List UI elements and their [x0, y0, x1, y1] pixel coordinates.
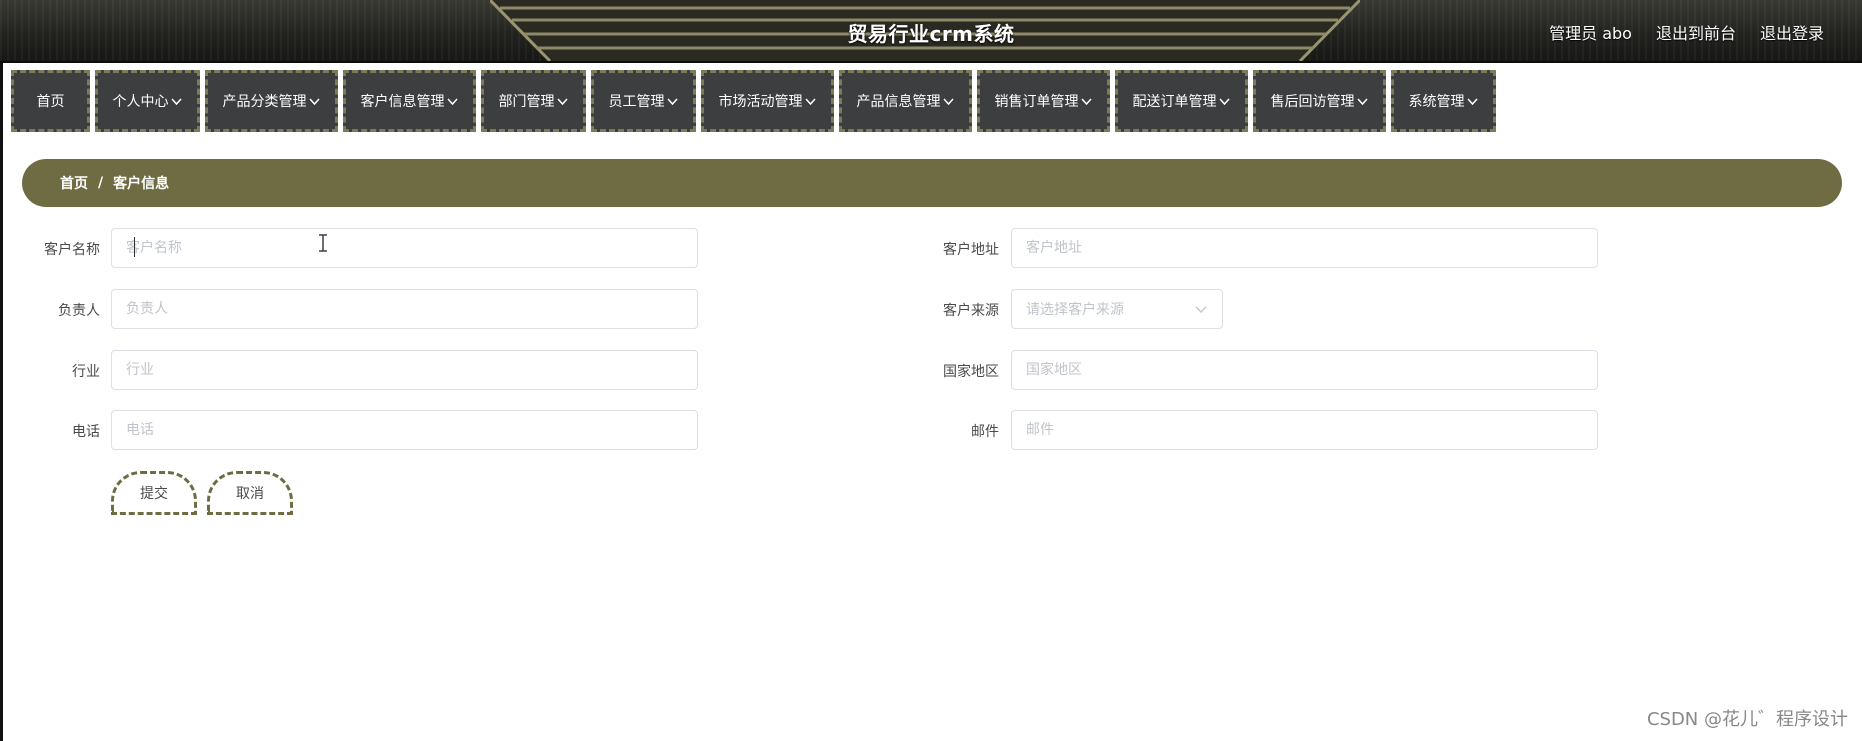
header-user-links: 管理员 abo 退出到前台 退出登录 [1549, 20, 1824, 44]
nav-item-home[interactable]: 首页 [11, 70, 90, 132]
nav-item-product-info[interactable]: 产品信息管理 [839, 70, 972, 132]
breadcrumb-current: 客户信息 [113, 176, 170, 192]
breadcrumb: 首页 / 客户信息 [22, 159, 1842, 207]
email-input[interactable] [1011, 410, 1598, 450]
nav-item-label: 部门管理 [498, 94, 555, 110]
region-label: 国家地区 [943, 364, 999, 380]
region-input[interactable] [1011, 350, 1598, 390]
admin-label: 管理员 abo [1549, 24, 1632, 43]
source-select[interactable]: 请选择客户来源 [1011, 289, 1223, 329]
nav-item-label: 产品分类管理 [222, 94, 307, 110]
industry-label: 行业 [72, 364, 100, 380]
submit-button[interactable]: 提交 [111, 471, 197, 515]
address-label: 客户地址 [943, 242, 999, 258]
nav-item-delivery-order[interactable]: 配送订单管理 [1115, 70, 1248, 132]
nav-item-department[interactable]: 部门管理 [481, 70, 586, 132]
logout-link[interactable]: 退出登录 [1760, 20, 1824, 44]
exit-to-front-link[interactable]: 退出到前台 [1656, 20, 1736, 44]
nav-item-label: 系统管理 [1408, 94, 1465, 110]
email-label: 邮件 [971, 424, 999, 440]
nav-item-employee[interactable]: 员工管理 [591, 70, 696, 132]
chevron-down-icon [1080, 97, 1092, 105]
owner-input[interactable] [111, 289, 698, 329]
cancel-button-label: 取消 [236, 486, 264, 502]
nav-item-label: 市场活动管理 [718, 94, 803, 110]
nav-item-label: 售后回访管理 [1270, 94, 1355, 110]
phone-input[interactable] [111, 410, 698, 450]
nav-item-label: 客户信息管理 [360, 94, 445, 110]
owner-label: 负责人 [58, 303, 100, 319]
nav-item-label: 个人中心 [112, 94, 169, 110]
nav-item-label: 产品信息管理 [856, 94, 941, 110]
breadcrumb-home[interactable]: 首页 [60, 173, 88, 193]
nav-item-product-category[interactable]: 产品分类管理 [205, 70, 338, 132]
source-label: 客户来源 [943, 303, 999, 319]
industry-input[interactable] [111, 350, 698, 390]
address-input[interactable] [1011, 228, 1598, 268]
breadcrumb-separator: / [98, 175, 104, 191]
nav-item-customer-info[interactable]: 客户信息管理 [343, 70, 476, 132]
nav-item-label: 首页 [36, 94, 65, 110]
ibeam-cursor-icon [319, 234, 327, 252]
main-nav: 首页 个人中心 产品分类管理 客户信息管理 部门管理 员工管理 市场活动管理 产… [11, 70, 1496, 132]
cancel-button[interactable]: 取消 [207, 471, 293, 515]
nav-item-system[interactable]: 系统管理 [1391, 70, 1496, 132]
customer-name-label: 客户名称 [44, 242, 100, 258]
submit-button-label: 提交 [140, 486, 168, 502]
chevron-down-icon [804, 97, 816, 105]
chevron-down-icon [1195, 306, 1207, 313]
nav-item-sales-order[interactable]: 销售订单管理 [977, 70, 1110, 132]
source-select-placeholder: 请选择客户来源 [1026, 302, 1124, 318]
customer-name-input[interactable] [111, 228, 698, 268]
watermark: CSDN @花儿゛程序设计 [1646, 709, 1848, 730]
chevron-down-icon [308, 97, 320, 105]
chevron-down-icon [446, 97, 458, 105]
chevron-down-icon [942, 97, 954, 105]
nav-item-label: 员工管理 [608, 94, 665, 110]
nav-item-personal-center[interactable]: 个人中心 [95, 70, 200, 132]
nav-item-label: 配送订单管理 [1132, 94, 1217, 110]
nav-item-after-sales[interactable]: 售后回访管理 [1253, 70, 1386, 132]
chevron-down-icon [1466, 97, 1478, 105]
text-caret [134, 237, 135, 257]
top-header: 贸易行业crm系统 管理员 abo 退出到前台 退出登录 [0, 0, 1862, 63]
chevron-down-icon [666, 97, 678, 105]
chevron-down-icon [556, 97, 568, 105]
chevron-down-icon [1356, 97, 1368, 105]
phone-label: 电话 [72, 424, 100, 440]
nav-item-marketing[interactable]: 市场活动管理 [701, 70, 834, 132]
nav-item-label: 销售订单管理 [994, 94, 1079, 110]
chevron-down-icon [1218, 97, 1230, 105]
chevron-down-icon [170, 97, 182, 105]
